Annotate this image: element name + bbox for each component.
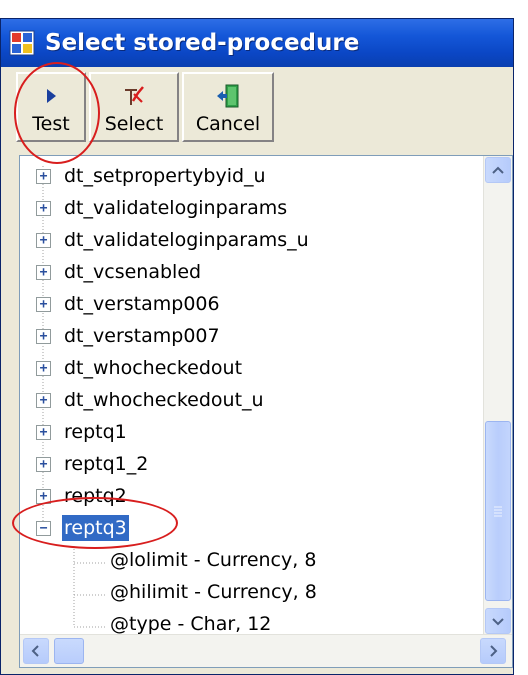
select-check-icon: [125, 86, 144, 105]
parameter-node[interactable]: @hilimit - Currency, 8: [20, 576, 480, 608]
title-bar[interactable]: Select stored-procedure: [1, 19, 513, 67]
parameter-label: @lolimit - Currency, 8: [110, 549, 317, 571]
expand-icon[interactable]: +: [36, 233, 51, 248]
tree-node[interactable]: + dt_validateloginparams_u: [20, 224, 480, 256]
scroll-right-button[interactable]: [480, 638, 506, 664]
expand-icon[interactable]: +: [36, 393, 51, 408]
expand-icon[interactable]: +: [36, 329, 51, 344]
tree-node[interactable]: + dt_verstamp007: [20, 320, 480, 352]
expand-icon[interactable]: +: [36, 457, 51, 472]
expand-icon[interactable]: +: [36, 201, 51, 216]
vertical-scrollbar[interactable]: [483, 156, 512, 635]
tree-node-label: dt_whocheckedout_u: [64, 389, 264, 411]
window-icon: [9, 30, 35, 56]
test-button[interactable]: Test: [16, 72, 86, 142]
expand-icon[interactable]: +: [36, 169, 51, 184]
parameter-node[interactable]: @lolimit - Currency, 8: [20, 544, 480, 576]
select-stored-procedure-dialog: Select stored-procedure Test Select Canc…: [0, 18, 514, 675]
chevron-right-icon: [490, 645, 498, 657]
select-button[interactable]: Select: [89, 72, 179, 142]
collapse-icon[interactable]: −: [36, 521, 51, 536]
tree-node[interactable]: − reptq3: [20, 512, 480, 544]
tree-node[interactable]: + dt_whocheckedout_u: [20, 384, 480, 416]
exit-door-icon: [217, 84, 239, 108]
stored-procedure-tree[interactable]: + dt_setpropertybyid_u + dt_validateloginpa…: [19, 155, 513, 668]
tree-node-label: dt_verstamp007: [64, 325, 220, 347]
tree-node[interactable]: + reptq1_2: [20, 448, 480, 480]
tree-node-label: reptq1: [64, 421, 127, 443]
tree-node-label: reptq1_2: [64, 453, 149, 475]
tree-node-label: dt_verstamp006: [64, 293, 220, 315]
expand-icon[interactable]: +: [36, 425, 51, 440]
expand-icon[interactable]: +: [36, 265, 51, 280]
test-button-label: Test: [32, 113, 70, 135]
tree-node-label: dt_vcsenabled: [64, 261, 202, 283]
tree-node-label: reptq2: [64, 485, 127, 507]
select-button-label: Select: [104, 113, 164, 135]
tree-node[interactable]: + dt_setpropertybyid_u: [20, 160, 480, 192]
tree-node[interactable]: + dt_vcsenabled: [20, 256, 480, 288]
expand-icon[interactable]: +: [36, 361, 51, 376]
window-title: Select stored-procedure: [45, 30, 360, 56]
scroll-thumb[interactable]: [485, 421, 511, 601]
tree-node[interactable]: + reptq2: [20, 480, 480, 512]
tree-node-label: dt_whocheckedout: [64, 357, 243, 379]
horizontal-scroll-thumb[interactable]: [54, 638, 84, 664]
tree-node-label: dt_validateloginparams_u: [64, 229, 309, 251]
play-arrow-icon: [47, 89, 56, 103]
expand-icon[interactable]: +: [36, 297, 51, 312]
scroll-down-button[interactable]: [485, 608, 511, 634]
chevron-left-icon: [31, 645, 39, 657]
scroll-up-button[interactable]: [485, 157, 511, 183]
toolbar: Test Select Cancel: [1, 67, 513, 155]
cancel-button[interactable]: Cancel: [182, 72, 274, 142]
horizontal-scrollbar[interactable]: [20, 634, 512, 667]
tree-node[interactable]: + dt_verstamp006: [20, 288, 480, 320]
cancel-button-label: Cancel: [195, 113, 261, 135]
tree-node[interactable]: + dt_whocheckedout: [20, 352, 480, 384]
grip-icon: [494, 506, 502, 517]
tree-node[interactable]: + dt_validateloginparams: [20, 192, 480, 224]
tree-node-label: dt_setpropertybyid_u: [64, 165, 266, 187]
tree-node-label: reptq3: [62, 515, 129, 541]
tree-node[interactable]: + reptq1: [20, 416, 480, 448]
parameter-label: @hilimit - Currency, 8: [110, 581, 317, 603]
scroll-left-button[interactable]: [23, 638, 49, 664]
chevron-up-icon: [492, 166, 504, 174]
chevron-down-icon: [492, 618, 504, 626]
expand-icon[interactable]: +: [36, 489, 51, 504]
tree-node-label: dt_validateloginparams: [64, 197, 288, 219]
background-strip: [0, 0, 528, 18]
